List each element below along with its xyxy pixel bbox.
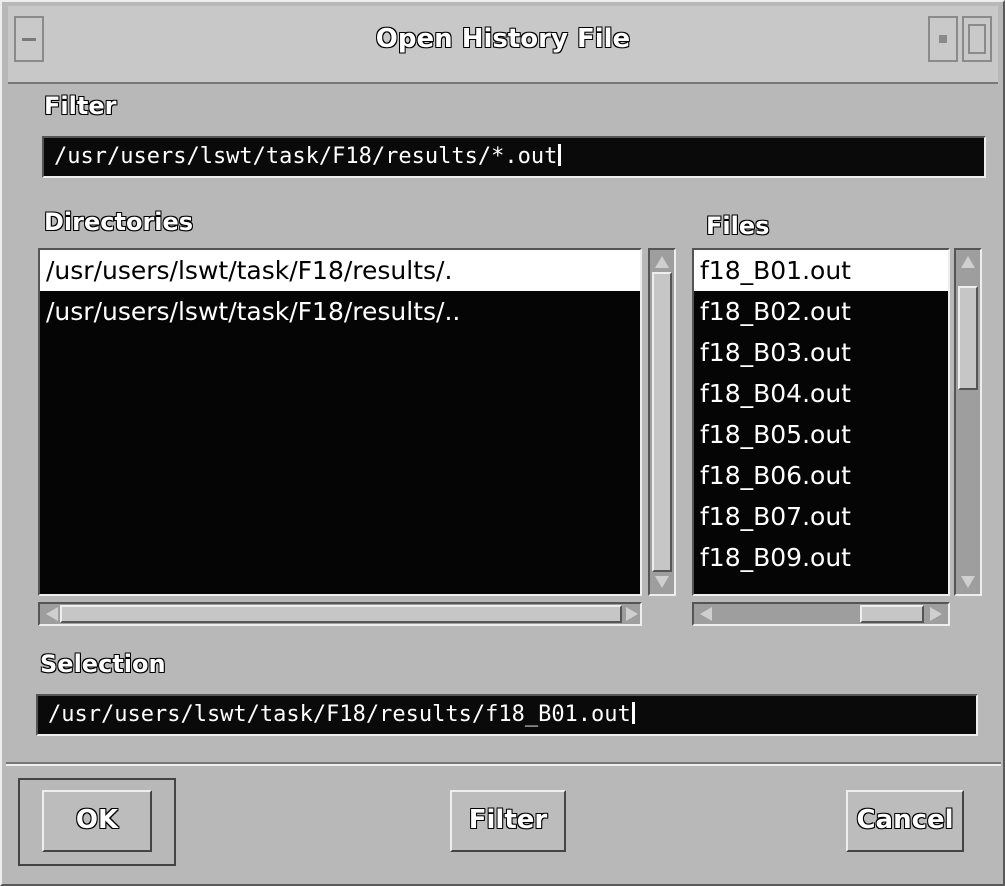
- selection-value: /usr/users/lswt/task/F18/results/f18_B01…: [48, 702, 631, 727]
- directory-list-item[interactable]: /usr/users/lswt/task/F18/results/.: [40, 250, 640, 291]
- minimize-icon[interactable]: [928, 16, 958, 62]
- directories-vertical-scrollbar[interactable]: [648, 248, 676, 596]
- files-vertical-scrollbar[interactable]: [954, 248, 982, 596]
- file-list-item[interactable]: f18_B03.out: [694, 332, 948, 373]
- text-cursor: [631, 702, 635, 724]
- directory-list-item[interactable]: /usr/users/lswt/task/F18/results/..: [40, 291, 640, 332]
- filter-value: /usr/users/lswt/task/F18/results/*.out: [54, 144, 558, 169]
- filter-button[interactable]: Filter: [450, 790, 566, 852]
- directories-list[interactable]: /usr/users/lswt/task/F18/results/./usr/u…: [38, 248, 642, 596]
- scroll-right-arrow-icon[interactable]: [930, 607, 942, 621]
- directories-hscroll-thumb[interactable]: [60, 605, 622, 623]
- text-cursor: [558, 144, 562, 166]
- directories-vscroll-thumb[interactable]: [652, 272, 672, 572]
- scroll-right-arrow-icon[interactable]: [626, 607, 638, 621]
- file-list-item[interactable]: f18_B01.out: [694, 250, 948, 291]
- files-horizontal-scrollbar[interactable]: [692, 602, 950, 626]
- maximize-icon[interactable]: [962, 16, 992, 62]
- selection-input[interactable]: /usr/users/lswt/task/F18/results/f18_B01…: [36, 694, 978, 736]
- files-hscroll-thumb[interactable]: [860, 605, 924, 623]
- title-bar[interactable]: Open History File: [8, 6, 998, 84]
- scroll-down-arrow-icon[interactable]: [655, 576, 669, 588]
- file-list-item[interactable]: f18_B09.out: [694, 537, 948, 578]
- file-list-item[interactable]: f18_B05.out: [694, 414, 948, 455]
- scroll-down-arrow-icon[interactable]: [961, 576, 975, 588]
- cancel-button[interactable]: Cancel: [846, 790, 964, 852]
- directories-horizontal-scrollbar[interactable]: [38, 602, 642, 626]
- scroll-up-arrow-icon[interactable]: [961, 256, 975, 268]
- selection-label: Selection: [40, 650, 166, 678]
- scroll-left-arrow-icon[interactable]: [700, 607, 712, 621]
- button-separator: [6, 762, 1001, 766]
- filter-label: Filter: [44, 92, 117, 120]
- file-list-item[interactable]: f18_B06.out: [694, 455, 948, 496]
- scroll-left-arrow-icon[interactable]: [46, 607, 58, 621]
- window-title: Open History File: [375, 24, 631, 54]
- files-label: Files: [706, 212, 770, 240]
- files-list[interactable]: f18_B01.out f18_B02.out f18_B03.out f18_B04…: [692, 248, 950, 596]
- file-list-item[interactable]: f18_B07.out: [694, 496, 948, 537]
- ok-button[interactable]: OK: [42, 790, 152, 852]
- directories-label: Directories: [44, 208, 194, 236]
- filter-input[interactable]: /usr/users/lswt/task/F18/results/*.out: [42, 136, 986, 178]
- scroll-up-arrow-icon[interactable]: [655, 256, 669, 268]
- file-list-item[interactable]: f18_B04.out: [694, 373, 948, 414]
- files-vscroll-thumb[interactable]: [958, 286, 978, 390]
- open-history-file-dialog: Open History File Filter /usr/users/lswt…: [0, 0, 1005, 886]
- file-list-item[interactable]: f18_B02.out: [694, 291, 948, 332]
